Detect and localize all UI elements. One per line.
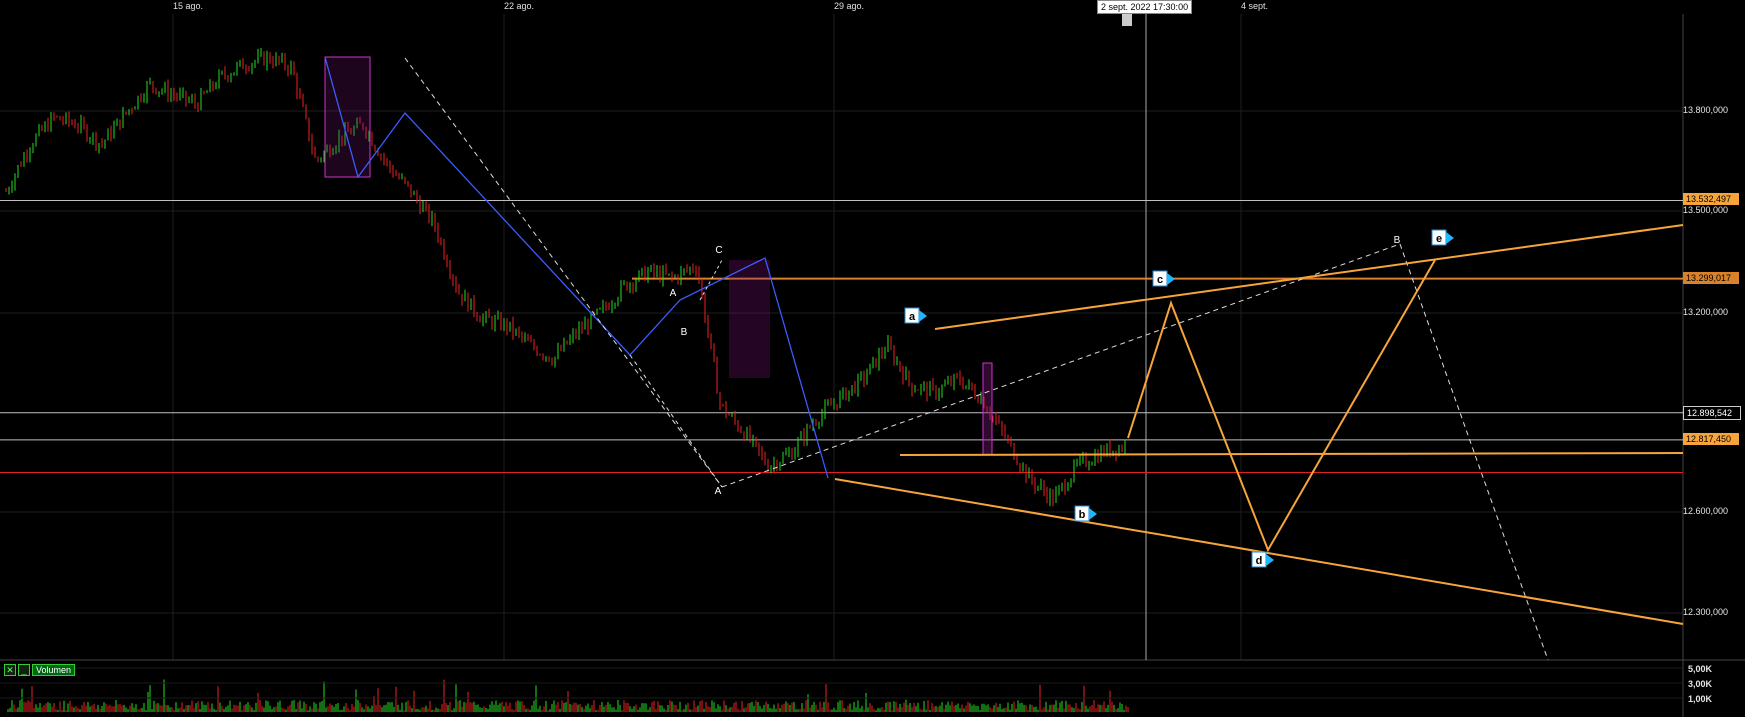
wave-marker-label: b (1079, 509, 1086, 521)
wave-label: C (715, 245, 722, 256)
cursor-handle (1122, 14, 1132, 26)
horizontal-levels (0, 200, 1683, 473)
volume-axis-label: 3,00K (1688, 679, 1713, 689)
date-label: 29 ago. (834, 1, 865, 11)
wave-label: A (715, 486, 722, 497)
wave-marker-label: a (909, 311, 916, 323)
price-tag-orange: 13.532,497 (1683, 193, 1739, 205)
wave-marker-arrow (1446, 232, 1454, 244)
purple-box (729, 260, 770, 378)
price-axis-label: 12.300,000 (1683, 607, 1729, 617)
volume-bars (0, 667, 1683, 712)
wave-label: B (1394, 235, 1401, 246)
wave-label: B (681, 327, 688, 338)
wave-marker-label: c (1157, 274, 1163, 286)
price-tag-orange: 12.817,450 (1683, 433, 1739, 445)
date-label: 22 ago. (504, 1, 535, 11)
purple-box (982, 362, 993, 456)
dashed-line (629, 354, 723, 488)
wave-marker-arrow (1167, 273, 1175, 285)
orange-horizontal-line (899, 452, 1684, 456)
volume-legend: ✕ _ Volumen (4, 664, 76, 676)
price-chart[interactable]: C A B A B a b c d e (0, 0, 1745, 717)
wave-marker-label: e (1436, 233, 1442, 245)
wave-marker-arrow (1089, 508, 1097, 520)
volume-axis-label: 1,00K (1688, 694, 1713, 704)
volume-label: Volumen (32, 664, 76, 676)
date-label: 15 ago. (173, 1, 204, 11)
wave-marker-label: d (1256, 555, 1263, 567)
date-axis: 15 ago. 22 ago. 29 ago. 4 sept. 2 sept. … (0, 0, 1745, 14)
close-icon[interactable]: ✕ (4, 664, 16, 676)
wave-marker-arrow (1266, 554, 1274, 566)
wave-label: A (670, 288, 677, 299)
date-label: 4 sept. (1241, 1, 1269, 11)
drawing-annotations: C A B A B (324, 56, 1684, 661)
minimize-icon[interactable]: _ (18, 664, 30, 676)
orange-projection-line (1127, 259, 1436, 553)
price-tag-white: 12.898,542 (1683, 406, 1741, 420)
dashed-line (699, 259, 723, 301)
price-tag-orange: 13.299,017 (1683, 272, 1739, 284)
price-axis-label: 13.800,000 (1683, 105, 1729, 115)
volume-axis-label: 5,00K (1688, 664, 1713, 674)
dashed-line (404, 57, 723, 488)
price-candles (5, 47, 1126, 507)
price-axis-label: 13.200,000 (1683, 307, 1729, 317)
dashed-line (721, 243, 1401, 488)
wave-marker-arrow (919, 310, 927, 322)
price-axis-label: 12.600,000 (1683, 506, 1729, 516)
purple-box (324, 56, 371, 178)
price-axis-label: 13.500,000 (1683, 205, 1729, 215)
cursor-time-label: 2 sept. 2022 17:30:00 (1097, 0, 1193, 14)
